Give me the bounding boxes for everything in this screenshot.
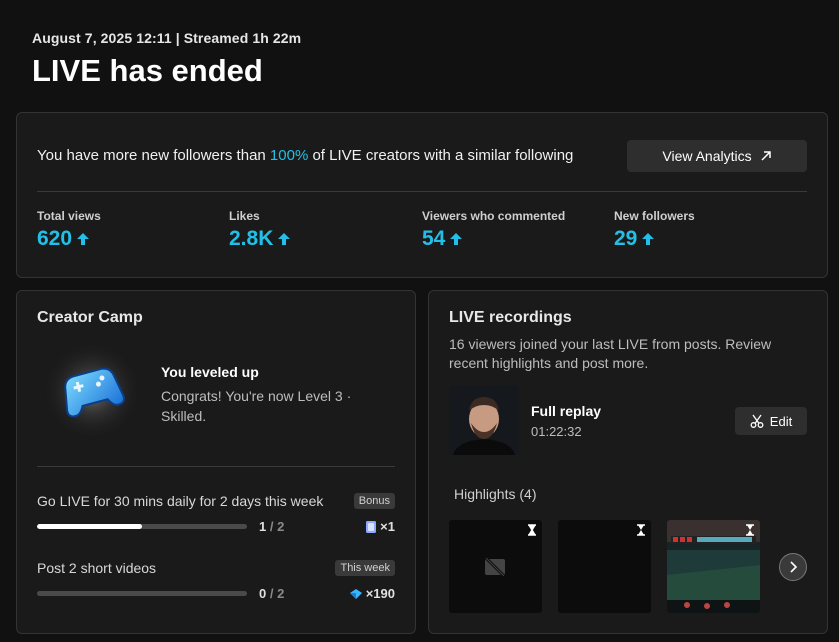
reward-amount: ×190 [365, 586, 395, 601]
chevron-right-icon [790, 561, 798, 573]
task-tag: This week [335, 560, 395, 576]
replay-thumbnail[interactable] [449, 385, 519, 455]
gem-reward-icon [349, 588, 362, 599]
stat-new-followers: New followers 29 [614, 209, 695, 251]
highlight-thumbnail[interactable] [558, 520, 651, 613]
task-count: 0 / 2 [259, 586, 285, 601]
stat-label: New followers [614, 209, 695, 223]
highlight-thumbnail[interactable] [667, 520, 760, 613]
level-up-title: You leveled up [161, 364, 259, 380]
comparison-percent: 100% [269, 147, 309, 164]
recordings-description: 16 viewers joined your last LIVE from po… [449, 336, 772, 371]
view-analytics-button[interactable]: View Analytics [627, 140, 807, 172]
divider [37, 191, 807, 192]
divider [37, 466, 395, 467]
reward-amount: ×1 [380, 519, 395, 534]
task-progress-bar [37, 524, 247, 529]
stat-label: Total views [37, 209, 101, 223]
up-arrow-icon [77, 233, 90, 245]
stream-meta: August 7, 2025 12:11 | Streamed 1h 22m [32, 30, 302, 46]
streamer-photo-icon [449, 385, 519, 455]
stat-value-row: 2.8K [229, 227, 291, 251]
task-name: Post 2 short videos [37, 560, 157, 576]
stat-value: 29 [614, 227, 638, 250]
hourglass-icon [637, 524, 645, 536]
stat-value-row: 620 [37, 227, 101, 251]
live-recordings-panel: LIVE recordings 16 viewers joined your l… [428, 290, 828, 634]
edit-button[interactable]: Edit [735, 407, 807, 435]
page-title: LIVE has ended [32, 53, 263, 88]
task-total: 2 [277, 586, 285, 601]
stat-value-row: 54 [422, 227, 565, 251]
replay-duration: 01:22:32 [531, 424, 582, 439]
task-total: 2 [277, 519, 285, 534]
up-arrow-icon [642, 233, 655, 245]
stat-label: Viewers who commented [422, 209, 566, 223]
scissors-icon [750, 414, 764, 428]
comparison-suffix: of LIVE creators with a similar followin… [308, 147, 574, 164]
task-go-live: Go LIVE for 30 mins daily for 2 days thi… [37, 493, 395, 534]
task-count: 1 / 2 [259, 519, 285, 534]
stat-total-views: Total views 620 [37, 209, 101, 251]
up-arrow-icon [450, 233, 463, 245]
live-summary-panel: You have more new followers than 100% of… [16, 112, 828, 278]
creator-camp-panel: Creator Camp You leveled up Congrats! Yo… [16, 290, 416, 634]
stat-label: Likes [229, 209, 260, 223]
replay-title: Full replay [531, 403, 602, 419]
no-image-icon [484, 557, 506, 577]
card-reward-icon [366, 520, 377, 533]
task-tag: Bonus [353, 493, 395, 509]
task-progress-fill [37, 524, 142, 529]
edit-label: Edit [769, 413, 793, 429]
creator-camp-title: Creator Camp [37, 309, 143, 326]
task-progress-bar [37, 591, 247, 596]
stat-likes: Likes 2.8K [229, 209, 291, 251]
next-highlights-button[interactable] [779, 553, 807, 581]
task-name: Go LIVE for 30 mins daily for 2 days thi… [37, 493, 324, 509]
recordings-title: LIVE recordings [449, 309, 572, 326]
hourglass-icon [528, 524, 536, 536]
stat-value: 2.8K [229, 227, 274, 250]
highlight-thumbnail[interactable] [449, 520, 542, 613]
task-post-videos: Post 2 short videos This week 0 / 2 ×190 [37, 560, 395, 601]
stat-value-row: 29 [614, 227, 695, 251]
comparison-prefix: You have more new followers than [37, 147, 270, 164]
view-analytics-label: View Analytics [662, 148, 752, 164]
stat-value: 54 [422, 227, 446, 250]
level-up-description: Congrats! You're now Level 3 · Skilled. [161, 388, 352, 424]
task-reward: ×190 [349, 586, 395, 601]
followers-comparison-text: You have more new followers than 100% of… [37, 147, 573, 164]
stat-viewers-commented: Viewers who commented 54 [422, 209, 565, 251]
up-arrow-icon [278, 233, 291, 245]
page-header: August 7, 2025 12:11 | Streamed 1h 22m L… [32, 30, 301, 89]
task-reward: ×1 [365, 519, 395, 534]
hourglass-icon [746, 524, 754, 536]
game-controller-badge-icon [42, 341, 142, 441]
highlights-title: Highlights (4) [454, 486, 537, 502]
stat-value: 620 [37, 227, 73, 250]
external-arrow-icon [761, 151, 771, 161]
